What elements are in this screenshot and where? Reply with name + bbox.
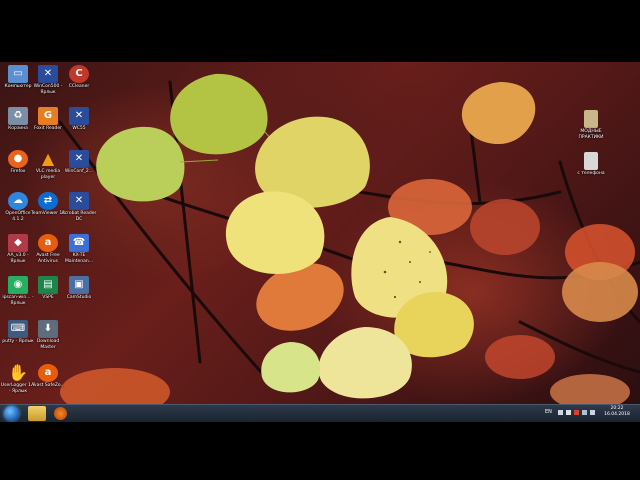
desktop-icon-fashion-practices[interactable]: МОДНЫЕ ПРАКТИКИ: [573, 110, 609, 140]
desktop-screen: ▭ Компьютер ✕ WinCon500 - Ярлык C CClean…: [0, 62, 640, 422]
desktop-icon-download-master[interactable]: ⬇ Download Master: [30, 320, 66, 350]
download-master-icon: ⬇: [38, 320, 58, 338]
clock[interactable]: 20:22 16.04.2018: [600, 406, 634, 418]
desktop-icon-camstudio[interactable]: ▣ CamStudio: [61, 276, 97, 301]
desktop-icon-avast-safezone[interactable]: a Avast SafeZo...: [30, 364, 66, 389]
tray-arrow-icon[interactable]: [558, 410, 563, 415]
firefox-icon: ●: [8, 150, 28, 168]
start-orb-icon[interactable]: [4, 406, 19, 421]
avast-safezone-icon: a: [38, 364, 58, 382]
desktop-icon-wc55[interactable]: ✕ WC55: [61, 107, 97, 132]
folder-doc-icon: [584, 110, 598, 128]
foxit-icon: G: [38, 107, 58, 125]
desktop-icon-ccleaner[interactable]: C CCleaner: [61, 65, 97, 90]
aa-icon: ◆: [8, 234, 28, 252]
flag-icon[interactable]: [566, 410, 571, 415]
computer-icon: ▭: [8, 65, 28, 83]
acrobat-icon: ✕: [69, 192, 89, 210]
avast-tray-icon[interactable]: [574, 410, 579, 415]
desktop-icon-winconf[interactable]: ✕ WinConf_2...: [61, 150, 97, 175]
teamviewer-icon: ⇄: [38, 192, 58, 210]
network-icon[interactable]: [582, 410, 587, 415]
openoffice-icon: ☁: [8, 192, 28, 210]
recycle-bin-icon: ♻: [8, 107, 28, 125]
ipscan-icon: ◉: [8, 276, 28, 294]
firefox-icon[interactable]: [54, 407, 67, 420]
vlc-icon: ▲: [41, 149, 55, 168]
clock-date: 16.04.2018: [604, 412, 630, 417]
kxte-icon: ☎: [69, 234, 89, 252]
userlogger-icon: ✋: [8, 363, 28, 382]
folder-phone-icon: [584, 152, 598, 170]
wc55-icon: ✕: [69, 107, 89, 125]
desktop-icon-acrobat[interactable]: ✕ Acrobat Reader DC: [61, 192, 97, 222]
camstudio-icon: ▣: [69, 276, 89, 294]
putty-icon: ⌨: [8, 320, 28, 338]
wincon-icon: ✕: [38, 65, 58, 83]
explorer-folder-icon[interactable]: [28, 406, 46, 421]
ccleaner-icon: C: [69, 65, 89, 83]
language-indicator[interactable]: EN: [545, 409, 552, 415]
winconf-icon: ✕: [69, 150, 89, 168]
volume-icon[interactable]: [590, 410, 595, 415]
avast-icon: a: [38, 234, 58, 252]
desktop-icon-kxte[interactable]: ☎ KX-TE Maintenan...: [61, 234, 97, 264]
vspe-icon: ▤: [38, 276, 58, 294]
taskbar: EN 20:22 16.04.2018: [0, 404, 640, 422]
desktop-icon-from-phone[interactable]: с телефона: [573, 152, 609, 177]
